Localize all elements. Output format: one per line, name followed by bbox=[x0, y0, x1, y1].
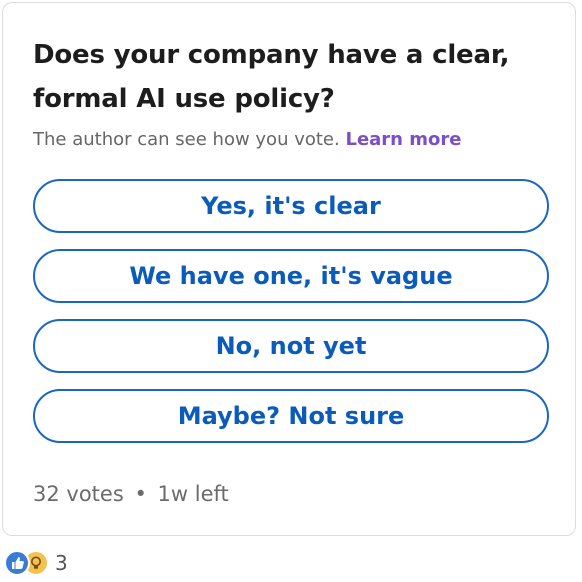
like-icon bbox=[4, 550, 30, 576]
poll-option-yes-clear[interactable]: Yes, it's clear bbox=[33, 179, 549, 233]
time-left: 1w left bbox=[157, 482, 229, 506]
poll-meta: 32 votes • 1w left bbox=[33, 479, 229, 509]
meta-separator: • bbox=[134, 482, 147, 506]
reactions-bar[interactable]: 3 bbox=[4, 548, 68, 578]
visibility-text: The author can see how you vote. bbox=[33, 129, 340, 150]
learn-more-link[interactable]: Learn more bbox=[345, 129, 461, 150]
poll-card: Does your company have a clear, formal A… bbox=[2, 2, 576, 536]
poll-option-not-yet[interactable]: No, not yet bbox=[33, 319, 549, 373]
poll-option-not-sure[interactable]: Maybe? Not sure bbox=[33, 389, 549, 443]
reaction-count[interactable]: 3 bbox=[55, 551, 68, 575]
vote-count: 32 votes bbox=[33, 482, 124, 506]
poll-question: Does your company have a clear, formal A… bbox=[33, 40, 510, 114]
vote-visibility-notice: The author can see how you vote. Learn m… bbox=[33, 127, 461, 153]
poll-option-vague[interactable]: We have one, it's vague bbox=[33, 249, 549, 303]
